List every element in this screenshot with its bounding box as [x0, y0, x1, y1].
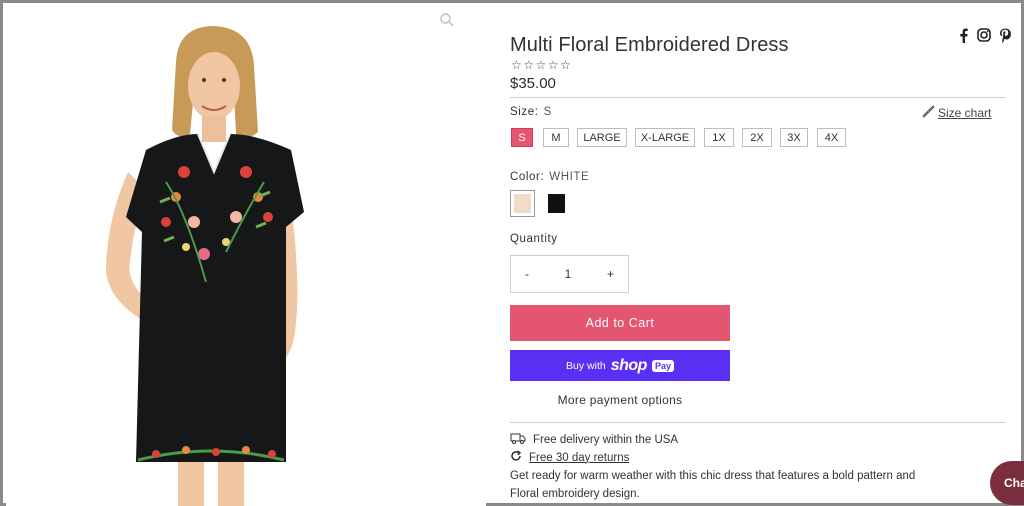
more-payment-options-link[interactable]: More payment options [510, 393, 730, 407]
size-label-text: Size: [510, 106, 539, 118]
size-option-2x[interactable]: 2X [742, 128, 772, 147]
quantity-label: Quantity [510, 233, 558, 245]
ruler-icon [921, 104, 935, 121]
product-image-area [6, 6, 486, 506]
quantity-value[interactable]: 1 [565, 267, 572, 281]
size-chart-link[interactable]: Size chart [921, 104, 991, 121]
add-to-cart-button[interactable]: Add to Cart [510, 305, 730, 341]
product-price: $35.00 [510, 75, 556, 92]
shop-logo: shop [610, 356, 648, 374]
size-option-3x[interactable]: 3X [780, 128, 808, 147]
search-icon[interactable] [439, 12, 455, 28]
free-returns-link[interactable]: Free 30 day returns [529, 452, 629, 464]
color-selected-value: WHITE [549, 171, 590, 183]
facebook-icon[interactable] [956, 27, 970, 43]
pay-badge: Pay [651, 359, 674, 372]
quantity-increase-button[interactable]: + [607, 267, 614, 281]
divider [510, 422, 1006, 423]
product-description: Get ready for warm weather with this chi… [510, 470, 916, 500]
rating-stars[interactable]: ☆☆☆☆☆ [511, 58, 572, 72]
product-info-panel: Multi Floral Embroidered Dress ☆☆☆☆☆ $35… [510, 3, 1012, 506]
color-swatch-black[interactable] [544, 190, 569, 217]
product-photo [106, 26, 304, 506]
truck-icon [510, 432, 526, 447]
divider [510, 97, 1006, 98]
product-title: Multi Floral Embroidered Dress [510, 34, 789, 56]
size-option-1x[interactable]: 1X [704, 128, 734, 147]
color-swatch-white[interactable] [510, 190, 535, 217]
color-label-text: Color: [510, 171, 545, 183]
free-returns-feature: Free 30 day returns [510, 450, 629, 465]
social-links [956, 27, 1012, 43]
size-option-s[interactable]: S [511, 128, 533, 147]
size-option-x-large[interactable]: X-LARGE [635, 128, 695, 147]
quantity-stepper: - 1 + [510, 255, 629, 293]
size-option-large[interactable]: LARGE [577, 128, 627, 147]
instagram-icon[interactable] [977, 27, 991, 43]
refresh-icon [510, 450, 522, 465]
size-chart-label[interactable]: Size chart [938, 106, 991, 120]
page-frame: Multi Floral Embroidered Dress ☆☆☆☆☆ $35… [0, 0, 1024, 506]
size-label: Size: S [510, 106, 552, 118]
swatch-fill [548, 194, 565, 213]
swatch-fill [514, 194, 531, 213]
free-delivery-text: Free delivery within the USA [533, 433, 679, 446]
buy-with-shop-pay-button[interactable]: Buy with shop Pay [510, 350, 730, 381]
quantity-decrease-button[interactable]: - [525, 267, 529, 281]
free-delivery-feature: Free delivery within the USA [510, 432, 678, 447]
buy-with-label: Buy with [566, 359, 606, 372]
size-selected-value: S [543, 106, 552, 118]
color-label: Color: WHITE [510, 171, 589, 183]
pinterest-icon[interactable] [998, 27, 1012, 43]
size-option-m[interactable]: M [543, 128, 569, 147]
size-option-4x[interactable]: 4X [817, 128, 846, 147]
